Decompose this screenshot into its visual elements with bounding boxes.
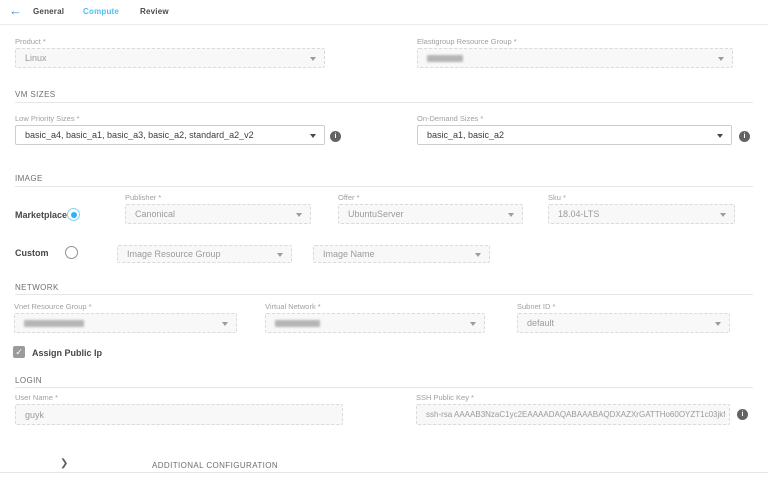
on-demand-sizes-select[interactable]: basic_a1, basic_a2 — [417, 125, 732, 145]
low-priority-sizes-select[interactable]: basic_a4, basic_a1, basic_a3, basic_a2, … — [15, 125, 325, 145]
tab-review[interactable]: Review — [140, 7, 169, 16]
tab-compute[interactable]: Compute — [83, 7, 119, 16]
chevron-down-icon — [470, 322, 476, 326]
publisher-label: Publisher * — [125, 194, 311, 202]
elastigroup-resource-group-label: Elastigroup Resource Group * — [417, 38, 733, 46]
ssh-public-key-value: ssh-rsa AAAAB3NzaC1yc2EAAAADAQABAAABAQDX… — [426, 410, 725, 419]
redacted-value — [275, 320, 320, 327]
chevron-down-icon — [310, 134, 316, 138]
publisher-select[interactable]: Canonical — [125, 204, 311, 224]
info-icon[interactable]: i — [330, 131, 341, 142]
marketplace-row-label: Marketplace — [15, 210, 67, 220]
chevron-down-icon — [222, 322, 228, 326]
offer-label: Offer * — [338, 194, 523, 202]
additional-configuration-toggle[interactable]: ADDITIONAL CONFIGURATION — [152, 461, 278, 470]
subnet-id-select[interactable]: default — [517, 313, 730, 333]
chevron-down-icon — [310, 57, 316, 61]
image-resource-group-placeholder: Image Resource Group — [127, 249, 221, 259]
image-name-field: Image Name — [313, 245, 490, 263]
wizard-tab-bar: ← General Compute Review — [0, 0, 768, 25]
compute-wizard-page: ← General Compute Review Product * Linux… — [0, 0, 768, 483]
product-select[interactable]: Linux — [15, 48, 325, 68]
sku-field: Sku * 18.04-LTS — [548, 194, 735, 224]
elastigroup-resource-group-field: Elastigroup Resource Group * — [417, 38, 733, 68]
sku-value: 18.04-LTS — [558, 209, 599, 219]
section-divider — [15, 387, 753, 388]
image-name-placeholder: Image Name — [323, 249, 375, 259]
product-field: Product * Linux — [15, 38, 325, 68]
offer-field: Offer * UbuntuServer — [338, 194, 523, 224]
elastigroup-resource-group-select[interactable] — [417, 48, 733, 68]
section-divider — [15, 186, 753, 187]
on-demand-sizes-value: basic_a1, basic_a2 — [427, 130, 504, 140]
chevron-right-icon[interactable]: ❯ — [60, 458, 68, 469]
chevron-down-icon — [475, 253, 481, 257]
image-section-title: IMAGE — [15, 174, 43, 183]
assign-public-ip-label: Assign Public Ip — [32, 348, 102, 358]
section-divider — [15, 102, 753, 103]
sku-select[interactable]: 18.04-LTS — [548, 204, 735, 224]
user-name-label: User Name * — [15, 394, 343, 402]
marketplace-radio[interactable] — [67, 208, 80, 221]
image-resource-group-select[interactable]: Image Resource Group — [117, 245, 292, 263]
network-section-title: NETWORK — [15, 283, 59, 292]
subnet-id-label: Subnet ID * — [517, 303, 730, 311]
info-icon[interactable]: i — [737, 409, 748, 420]
image-resource-group-field: Image Resource Group — [117, 245, 292, 263]
vnet-resource-group-field: Vnet Resource Group * — [14, 303, 237, 333]
user-name-input[interactable]: guyk — [15, 404, 343, 425]
ssh-public-key-field: SSH Public Key * ssh-rsa AAAAB3NzaC1yc2E… — [416, 394, 730, 425]
vnet-resource-group-select[interactable] — [14, 313, 237, 333]
radio-dot — [71, 212, 77, 218]
chevron-down-icon — [296, 213, 302, 217]
ssh-public-key-label: SSH Public Key * — [416, 394, 730, 402]
user-name-value: guyk — [25, 410, 44, 420]
chevron-down-icon — [277, 253, 283, 257]
virtual-network-field: Virtual Network * — [265, 303, 485, 333]
info-icon[interactable]: i — [739, 131, 750, 142]
subnet-id-value: default — [527, 318, 554, 328]
tab-general[interactable]: General — [33, 7, 64, 16]
subnet-id-field: Subnet ID * default — [517, 303, 730, 333]
chevron-down-icon — [720, 213, 726, 217]
offer-select[interactable]: UbuntuServer — [338, 204, 523, 224]
redacted-value — [24, 320, 84, 327]
on-demand-sizes-field: On-Demand Sizes * basic_a1, basic_a2 — [417, 115, 732, 145]
assign-public-ip-checkbox[interactable]: ✓ — [13, 346, 25, 358]
sku-label: Sku * — [548, 194, 735, 202]
low-priority-sizes-field: Low Priority Sizes * basic_a4, basic_a1,… — [15, 115, 325, 145]
low-priority-sizes-label: Low Priority Sizes * — [15, 115, 325, 123]
image-name-select[interactable]: Image Name — [313, 245, 490, 263]
chevron-down-icon — [718, 57, 724, 61]
chevron-down-icon — [717, 134, 723, 138]
user-name-field: User Name * guyk — [15, 394, 343, 425]
vm-sizes-section-title: VM SIZES — [15, 90, 56, 99]
product-label: Product * — [15, 38, 325, 46]
ssh-public-key-input[interactable]: ssh-rsa AAAAB3NzaC1yc2EAAAADAQABAAABAQDX… — [416, 404, 730, 425]
back-arrow-icon[interactable]: ← — [9, 4, 22, 18]
vnet-resource-group-label: Vnet Resource Group * — [14, 303, 237, 311]
product-value: Linux — [25, 53, 47, 63]
on-demand-sizes-label: On-Demand Sizes * — [417, 115, 732, 123]
offer-value: UbuntuServer — [348, 209, 404, 219]
publisher-field: Publisher * Canonical — [125, 194, 311, 224]
chevron-down-icon — [508, 213, 514, 217]
virtual-network-select[interactable] — [265, 313, 485, 333]
redacted-value — [427, 55, 463, 62]
section-divider — [15, 294, 753, 295]
login-section-title: LOGIN — [15, 376, 42, 385]
publisher-value: Canonical — [135, 209, 175, 219]
section-divider — [0, 472, 768, 473]
chevron-down-icon — [715, 322, 721, 326]
custom-row-label: Custom — [15, 248, 49, 258]
low-priority-sizes-value: basic_a4, basic_a1, basic_a3, basic_a2, … — [25, 130, 254, 140]
custom-radio[interactable] — [65, 246, 78, 259]
virtual-network-label: Virtual Network * — [265, 303, 485, 311]
